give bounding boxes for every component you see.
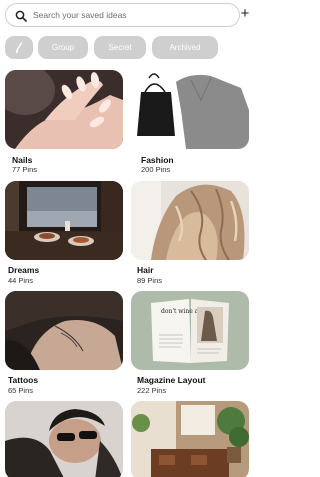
board-title[interactable]: Tattoos <box>8 375 38 385</box>
filter-archived-label: Archived <box>169 43 201 52</box>
hair-photo <box>131 181 249 260</box>
organize-button[interactable] <box>5 36 33 59</box>
board-cover[interactable] <box>5 401 123 477</box>
filter-secret-label: Secret <box>108 43 132 52</box>
board-title[interactable]: Nails <box>12 155 32 165</box>
tattoos-photo <box>5 291 123 370</box>
filter-secret[interactable]: Secret <box>94 36 146 59</box>
brush-icon <box>15 41 23 53</box>
search-row: Search your saved ideas + <box>5 3 251 27</box>
filter-archived[interactable]: Archived <box>152 36 218 59</box>
board-pin-count: 77 Pins <box>12 165 38 174</box>
filter-group-label: Group <box>51 43 75 52</box>
nails-photo <box>5 70 123 149</box>
plus-icon: + <box>240 5 250 22</box>
board-cover-magazine-layout[interactable]: don't wine about it <box>131 291 249 370</box>
add-board-button[interactable]: + <box>239 5 251 23</box>
fashion-photo <box>131 70 249 149</box>
filter-chips: Group Secret Archived <box>5 36 253 59</box>
board-title[interactable]: Fashion <box>141 155 174 165</box>
magazine-photo: don't wine about it <box>131 291 249 370</box>
dreams-photo <box>5 181 123 260</box>
board-pin-count: 65 Pins <box>8 386 34 395</box>
filter-group[interactable]: Group <box>38 36 88 59</box>
board-cover-fashion[interactable] <box>131 70 249 149</box>
board-title[interactable]: Magazine Layout <box>137 375 205 385</box>
board-cover-hair[interactable] <box>131 181 249 260</box>
board-pin-count: 222 Pins <box>137 386 167 395</box>
search-input[interactable]: Search your saved ideas <box>5 3 240 27</box>
search-icon <box>15 10 27 22</box>
search-placeholder: Search your saved ideas <box>33 10 127 20</box>
board-title[interactable]: Dreams <box>8 265 39 275</box>
board-photo <box>5 401 123 477</box>
board-cover[interactable] <box>131 401 249 477</box>
board-pin-count: 44 Pins <box>8 276 34 285</box>
board-pin-count: 200 Pins <box>141 165 171 174</box>
board-pin-count: 89 Pins <box>137 276 163 285</box>
board-cover-dreams[interactable] <box>5 181 123 260</box>
board-cover-tattoos[interactable] <box>5 291 123 370</box>
board-cover-nails[interactable] <box>5 70 123 149</box>
board-title[interactable]: Hair <box>137 265 154 275</box>
board-photo <box>131 401 249 477</box>
